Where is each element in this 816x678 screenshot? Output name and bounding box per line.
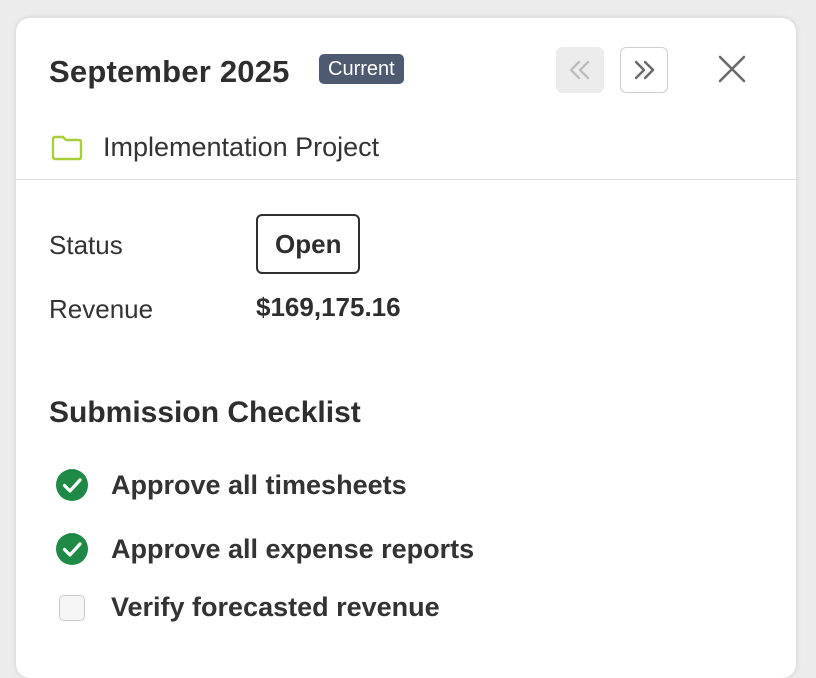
double-chevron-left-icon [569,60,590,80]
checklist-item-expense-reports[interactable]: Approve all expense reports [55,532,474,566]
close-button[interactable] [713,50,751,88]
panel-header: September 2025 Current Implementation Pr… [16,18,796,180]
close-icon [718,55,746,83]
checkbox-unchecked[interactable] [59,594,85,621]
period-title: September 2025 [49,54,290,89]
folder-icon [51,135,83,160]
checklist-item-label: Approve all expense reports [111,533,475,564]
revenue-value: $169,175.16 [256,292,401,322]
previous-period-button[interactable] [556,47,604,93]
check-circle-icon [56,469,88,501]
status-label: Status [49,230,123,260]
checklist-item-label: Approve all timesheets [111,469,407,500]
project-name: Implementation Project [103,132,380,162]
next-period-button[interactable] [620,47,668,93]
status-value-button[interactable]: Open [256,214,361,274]
check-circle-icon [56,533,88,565]
project-link[interactable]: Implementation Project [51,132,379,163]
current-badge: Current [319,54,404,84]
revenue-label: Revenue [49,294,154,324]
double-chevron-right-icon [634,60,655,80]
period-detail-panel: September 2025 Current Implementation Pr… [16,18,796,678]
checklist-title: Submission Checklist [49,396,361,429]
checklist-item-label: Verify forecasted revenue [111,592,440,622]
checklist-item-timesheets[interactable]: Approve all timesheets [55,468,407,502]
checklist-item-forecasted-revenue[interactable]: Verify forecasted revenue [55,592,440,623]
